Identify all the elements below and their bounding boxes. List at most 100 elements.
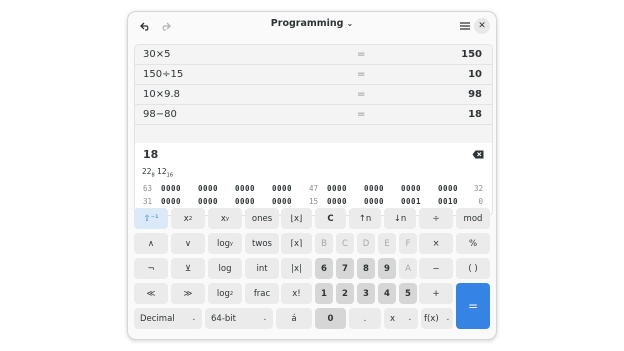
hex-value: 12: [157, 167, 167, 176]
insert-character-button[interactable]: á: [276, 308, 312, 329]
bit-group[interactable]: 0000: [364, 184, 384, 193]
digit-5-button[interactable]: 5: [399, 283, 417, 304]
power-exponent: y: [225, 215, 230, 222]
bit-group[interactable]: 0000: [198, 184, 218, 193]
chevron-down-icon: ⌄: [346, 19, 354, 28]
shift-button[interactable]: ⇧⁻¹: [134, 208, 168, 229]
shift-right-button[interactable]: ↓n: [384, 208, 416, 229]
function-value: f(x): [424, 313, 439, 324]
factorial-button[interactable]: x!: [281, 283, 312, 304]
backspace-icon[interactable]: [472, 150, 484, 159]
log-base-y-button[interactable]: log y: [208, 233, 242, 254]
ones-complement-button[interactable]: ones: [245, 208, 279, 229]
square-button[interactable]: x2: [171, 208, 205, 229]
bit-group[interactable]: 0000: [235, 197, 255, 206]
chevron-down-icon: ⌄: [262, 315, 267, 322]
shift-left-button[interactable]: ↑n: [349, 208, 381, 229]
digit-7-button[interactable]: 7: [336, 258, 354, 279]
or-button[interactable]: ∨: [171, 233, 205, 254]
history-row[interactable]: 98−80 = 18: [135, 105, 492, 125]
hex-d-button[interactable]: D: [357, 233, 375, 254]
variable-value: x: [390, 313, 396, 324]
number-base-select[interactable]: Decimal ⌄: [134, 308, 202, 329]
digit-0-button[interactable]: 0: [315, 308, 346, 329]
function-select[interactable]: f(x) ⌄: [421, 308, 453, 329]
ceiling-button[interactable]: ⌈x⌉: [281, 233, 312, 254]
twos-complement-button[interactable]: twos: [245, 233, 279, 254]
history-equals: =: [357, 49, 366, 60]
multiply-button[interactable]: ×: [419, 233, 453, 254]
history-expression: 150÷15: [143, 69, 184, 80]
digit-9-button[interactable]: 9: [378, 258, 396, 279]
history-result: 18: [468, 109, 482, 120]
decimal-point-button[interactable]: .: [349, 308, 381, 329]
digit-2-button[interactable]: 2: [336, 283, 354, 304]
rotate-left-button[interactable]: ≪: [134, 283, 168, 304]
bit-group[interactable]: 0000: [364, 197, 384, 206]
mode-selector[interactable]: Programming ⌄: [128, 18, 496, 29]
power-button[interactable]: xy: [208, 208, 242, 229]
chevron-down-icon: ⌄: [445, 315, 450, 322]
parentheses-button[interactable]: ( ): [456, 258, 490, 279]
hex-b-button[interactable]: B: [315, 233, 333, 254]
word-size-value: 64-bit: [211, 313, 236, 324]
digit-8-button[interactable]: 8: [357, 258, 375, 279]
floor-button[interactable]: ⌊x⌋: [281, 208, 312, 229]
divide-button[interactable]: ÷: [419, 208, 453, 229]
and-button[interactable]: ∧: [134, 233, 168, 254]
bit-group[interactable]: 0000: [161, 197, 181, 206]
word-size-select[interactable]: 64-bit ⌄: [205, 308, 273, 329]
modulus-button[interactable]: mod: [456, 208, 490, 229]
close-button[interactable]: ✕: [474, 18, 490, 34]
bit-group[interactable]: 0000: [327, 184, 347, 193]
history-equals: =: [357, 69, 366, 80]
chevron-down-icon: ⌄: [407, 315, 412, 322]
current-input[interactable]: 18: [143, 148, 158, 161]
xor-button[interactable]: ⊻: [171, 258, 205, 279]
bit-group[interactable]: 0000: [327, 197, 347, 206]
history-row[interactable]: 10×9.8 = 98: [135, 85, 492, 105]
log-button[interactable]: log: [208, 258, 242, 279]
bit-group[interactable]: 0000: [438, 184, 458, 193]
variable-select[interactable]: x ⌄: [384, 308, 418, 329]
equals-button[interactable]: =: [456, 283, 490, 329]
hex-e-button[interactable]: E: [378, 233, 396, 254]
log-2-label: log: [216, 288, 230, 299]
fraction-button[interactable]: frac: [245, 283, 279, 304]
bit-group[interactable]: 0000: [272, 184, 292, 193]
history-row[interactable]: 150÷15 = 10: [135, 65, 492, 85]
bit-row-high: 63 0000 0000 0000 0000 47 0000 0000 0000…: [135, 184, 492, 195]
history-row[interactable]: 30×5 = 150: [135, 45, 492, 65]
bit-group[interactable]: 0001: [401, 197, 421, 206]
bit-group[interactable]: 0000: [161, 184, 181, 193]
bit-group[interactable]: 0000: [235, 184, 255, 193]
log-base-2-button[interactable]: log 2: [208, 283, 242, 304]
digit-4-button[interactable]: 4: [378, 283, 396, 304]
bit-group[interactable]: 0000: [272, 197, 292, 206]
history-expression: 98−80: [143, 109, 177, 120]
hex-a-button[interactable]: A: [399, 258, 417, 279]
digit-3-button[interactable]: 3: [357, 283, 375, 304]
mode-title: Programming: [270, 18, 344, 29]
not-button[interactable]: ¬: [134, 258, 168, 279]
bit-group[interactable]: 0000: [198, 197, 218, 206]
percent-button[interactable]: %: [456, 233, 490, 254]
log-y-label: log: [217, 238, 230, 249]
bit-index-31: 31: [143, 197, 153, 206]
clear-button[interactable]: C: [315, 208, 346, 229]
log-y-subscript: y: [230, 240, 233, 247]
main-menu-button[interactable]: [454, 16, 476, 36]
integer-part-button[interactable]: int: [245, 258, 279, 279]
digit-6-button[interactable]: 6: [315, 258, 333, 279]
history-equals: =: [357, 109, 366, 120]
bit-group[interactable]: 0000: [401, 184, 421, 193]
rotate-right-button[interactable]: ≫: [171, 283, 205, 304]
absolute-value-button[interactable]: |x|: [281, 258, 312, 279]
subtract-button[interactable]: −: [419, 258, 453, 279]
bit-group[interactable]: 0010: [438, 197, 458, 206]
digit-1-button[interactable]: 1: [315, 283, 333, 304]
add-button[interactable]: +: [419, 283, 453, 304]
hex-f-button[interactable]: F: [399, 233, 417, 254]
hex-c-button[interactable]: C: [336, 233, 354, 254]
hamburger-icon: [460, 22, 470, 30]
